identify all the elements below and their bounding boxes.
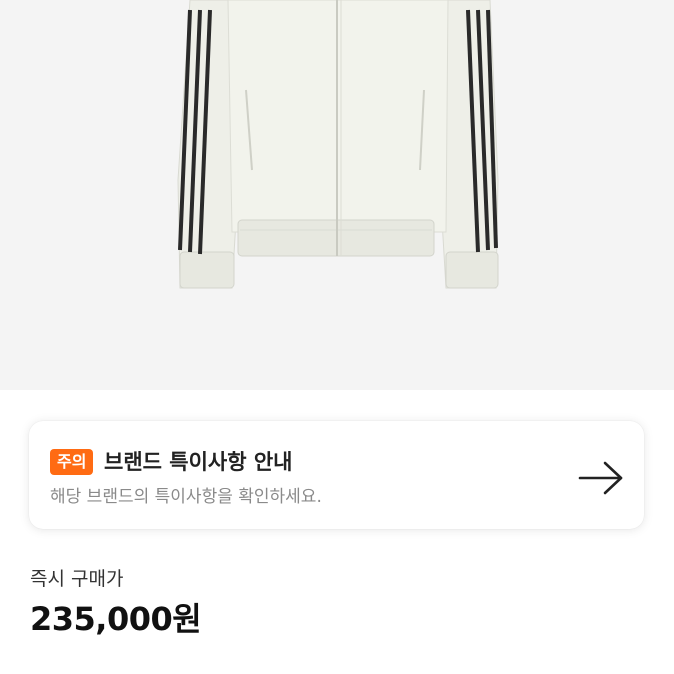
instant-buy-price: 235,000원 — [30, 600, 202, 638]
brand-notice-card[interactable]: 주의 브랜드 특이사항 안내 해당 브랜드의 특이사항을 확인하세요. — [29, 421, 644, 529]
arrow-right-icon[interactable] — [577, 459, 627, 497]
warning-badge: 주의 — [50, 449, 94, 475]
instant-buy-price-label: 즉시 구매가 — [30, 568, 124, 590]
notice-title: 브랜드 특이사항 안내 — [104, 450, 293, 474]
notice-subtitle: 해당 브랜드의 특이사항을 확인하세요. — [50, 487, 322, 507]
product-image[interactable] — [0, 0, 674, 390]
jacket-image — [177, 0, 499, 289]
